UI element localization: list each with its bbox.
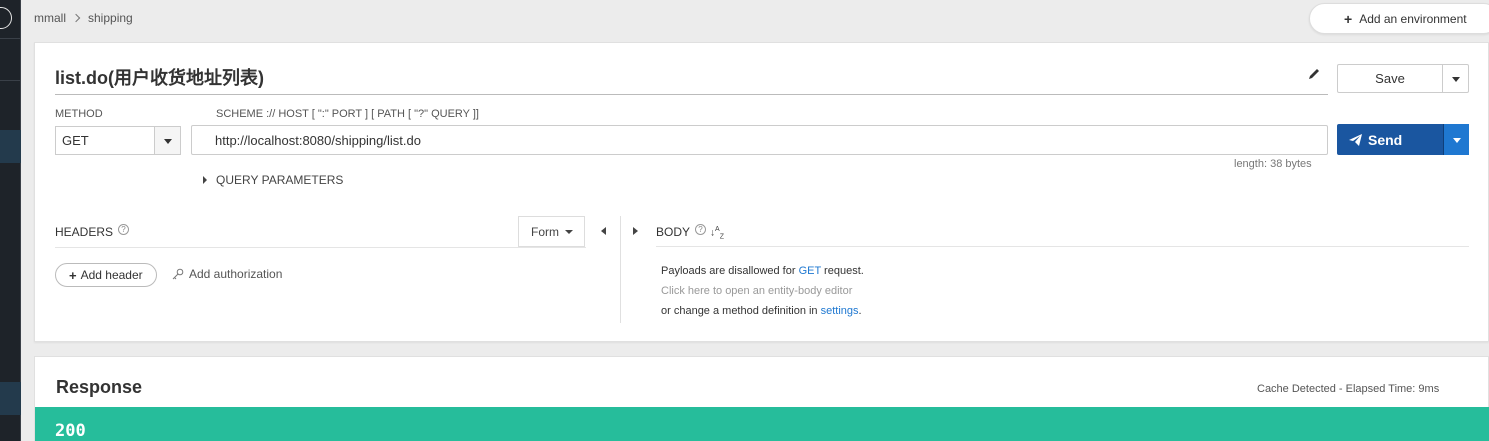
caret-down-icon [1451, 76, 1460, 82]
body-method-highlight: GET [798, 265, 821, 277]
cache-elapsed-time: Cache Detected - Elapsed Time: 9ms [1257, 383, 1440, 395]
help-icon[interactable]: ? [695, 223, 707, 235]
response-card: Response Cache Detected - Elapsed Time: … [34, 356, 1489, 441]
sidebar-divider [0, 38, 21, 39]
collapse-right-icon[interactable] [633, 227, 638, 235]
send-button-main[interactable]: Send [1337, 124, 1444, 155]
sidebar-item-active[interactable] [0, 382, 21, 415]
body-line1-text: Payloads are disallowed for [661, 265, 799, 277]
url-input[interactable] [191, 125, 1328, 155]
save-button-label: Save [1338, 65, 1443, 92]
query-parameters-toggle[interactable]: QUERY PARAMETERS [203, 173, 343, 187]
chevron-right-icon [71, 13, 81, 23]
collapse-left-icon[interactable] [601, 227, 606, 235]
query-parameters-label: QUERY PARAMETERS [216, 173, 344, 187]
caret-down-icon [565, 229, 573, 234]
body-divider [656, 246, 1469, 247]
sidebar-circle-icon[interactable] [0, 7, 12, 29]
form-label: Form [531, 224, 559, 239]
save-button[interactable]: Save [1337, 64, 1469, 93]
help-icon[interactable]: ? [118, 223, 130, 235]
add-environment-label: Add an environment [1359, 11, 1467, 26]
body-message-line3: or change a method definition in setting… [661, 305, 862, 317]
add-header-button[interactable]: + Add header [55, 263, 157, 287]
app-sidebar [0, 0, 21, 441]
response-title: Response [56, 377, 143, 397]
url-format-label: SCHEME :// HOST [ ":" PORT ] [ PATH [ "?… [216, 108, 479, 120]
status-code: 200 [55, 421, 86, 441]
sort-icon[interactable]: ↓AZ [710, 226, 724, 240]
settings-link[interactable]: settings [821, 305, 859, 317]
headers-form-dropdown[interactable]: Form [518, 216, 585, 247]
body-line3-suffix: . [858, 305, 862, 317]
add-header-label: Add header [80, 268, 143, 282]
body-message-line1: Payloads are disallowed for GET request. [661, 265, 864, 277]
key-icon [172, 268, 184, 280]
plus-icon: + [69, 267, 77, 283]
add-authorization-button[interactable]: Add authorization [172, 267, 282, 281]
send-options-dropdown[interactable] [1444, 124, 1469, 155]
sidebar-divider [0, 80, 21, 81]
paper-plane-icon [1349, 133, 1362, 146]
plus-icon: + [1344, 10, 1353, 27]
send-button-label: Send [1368, 131, 1403, 148]
breadcrumb: mmall shipping [34, 11, 133, 25]
breadcrumb-root[interactable]: mmall [34, 11, 66, 25]
triangle-right-icon [203, 176, 207, 184]
breadcrumb-current[interactable]: shipping [88, 11, 133, 25]
method-dropdown-toggle[interactable] [155, 127, 180, 154]
open-entity-body-editor-link[interactable]: Click here to open an entity-body editor [661, 285, 852, 297]
title-underline [55, 94, 1328, 95]
headers-section-label: HEADERS ? [55, 223, 130, 239]
send-button[interactable]: Send [1337, 124, 1469, 155]
sidebar-item-active[interactable] [0, 130, 21, 163]
method-value: GET [56, 127, 155, 154]
body-label: BODY [656, 225, 691, 240]
request-card: list.do(用户收货地址列表) Save METHOD SCHEME ://… [34, 42, 1489, 342]
panel-splitter[interactable] [620, 216, 621, 323]
method-select[interactable]: GET [55, 126, 181, 155]
url-length: length: 38 bytes [1234, 158, 1312, 170]
caret-down-icon [1452, 137, 1461, 143]
method-label: METHOD [55, 108, 103, 120]
add-environment-button[interactable]: + Add an environment [1309, 3, 1489, 34]
headers-divider [55, 247, 586, 248]
add-authorization-label: Add authorization [189, 267, 283, 281]
save-options-dropdown[interactable] [1443, 65, 1468, 92]
headers-label: HEADERS [55, 225, 114, 239]
body-line3-text: or change a method definition in [661, 305, 821, 317]
request-title[interactable]: list.do(用户收货地址列表) [55, 64, 264, 90]
body-section-label: BODY ? ↓AZ [656, 223, 724, 240]
body-line1-suffix: request. [821, 265, 864, 277]
pencil-icon[interactable] [1307, 67, 1321, 81]
caret-down-icon [163, 138, 172, 144]
status-bar: 200 [35, 407, 1489, 441]
